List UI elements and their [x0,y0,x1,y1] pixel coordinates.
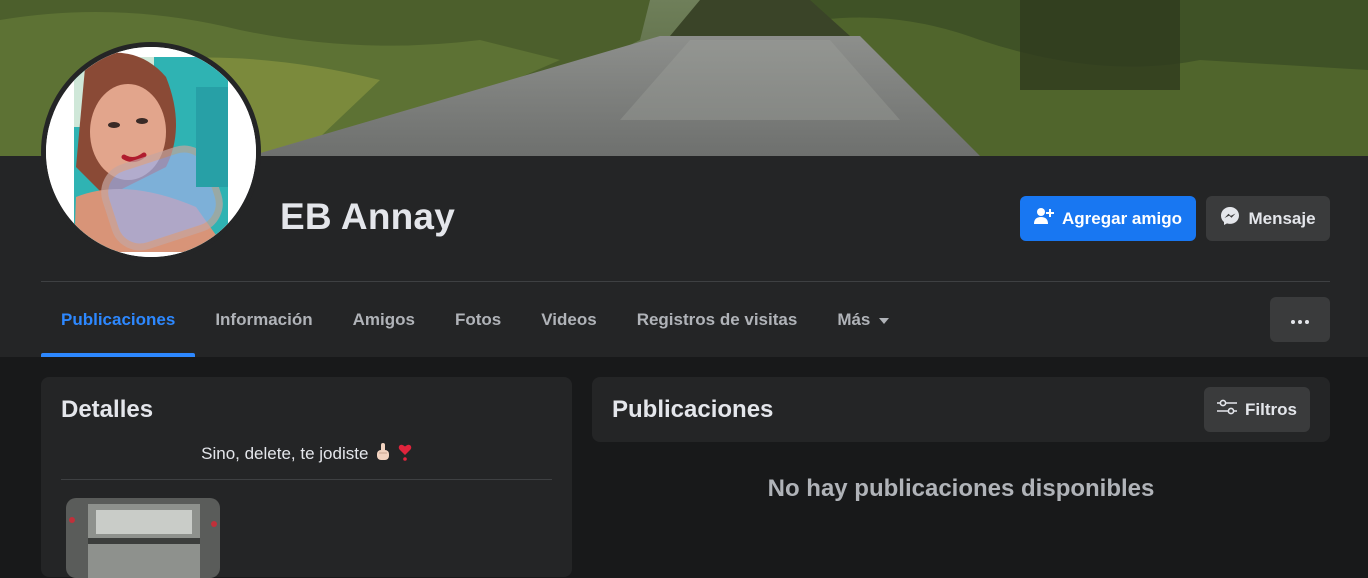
featured-photo-image [66,498,220,578]
header-divider [41,281,1330,282]
tab-label: Información [215,310,313,329]
tab-label: Videos [541,310,597,329]
tab-informacion[interactable]: Información [195,283,332,357]
bio-label: Sino, delete, te jodiste [201,443,369,463]
profile-name: EB Annay [280,196,455,237]
filters-button[interactable]: Filtros [1204,387,1310,432]
add-friend-button[interactable]: Agregar amigo [1020,196,1196,241]
tab-label: Fotos [454,310,502,329]
message-label: Mensaje [1248,208,1316,228]
filters-label: Filtros [1245,399,1297,419]
tab-registros-de-visitas[interactable]: Registros de visitas [617,283,818,357]
tab-amigos[interactable]: Amigos [333,283,435,357]
details-card: Detalles Sino, delete, te jodiste [41,377,572,578]
tab-label: Más [837,310,871,329]
message-button[interactable]: Mensaje [1206,196,1330,241]
posts-card: Publicaciones Filtros [592,377,1330,442]
details-divider [61,479,552,480]
posts-title: Publicaciones [612,396,774,423]
tab-label: Publicaciones [61,310,176,329]
tab-fotos[interactable]: Fotos [435,283,521,357]
profile-avatar[interactable] [41,42,261,262]
hand-emoji-icon [376,443,390,466]
heart-exclamation-icon [398,443,412,466]
more-actions-button[interactable] [1270,297,1330,342]
tab-label: Amigos [352,310,415,329]
avatar-image [46,47,256,257]
add-friend-label: Agregar amigo [1062,208,1182,228]
messenger-icon [1220,206,1240,231]
tab-label: Registros de visitas [636,310,798,329]
details-title: Detalles [61,396,154,423]
bio-text: Sino, delete, te jodiste [61,443,552,466]
tab-publicaciones[interactable]: Publicaciones [41,283,196,357]
ellipsis-icon [1291,311,1309,329]
caret-down-icon [878,310,890,330]
empty-posts-message: No hay publicaciones disponibles [767,475,1155,502]
featured-photo[interactable] [66,498,220,578]
tab-videos[interactable]: Videos [521,283,616,357]
sliders-icon [1217,399,1238,420]
person-plus-icon [1034,207,1054,230]
tab-mas[interactable]: Más [817,283,910,357]
profile-tabs: Publicaciones Información Amigos Fotos V… [41,283,910,357]
